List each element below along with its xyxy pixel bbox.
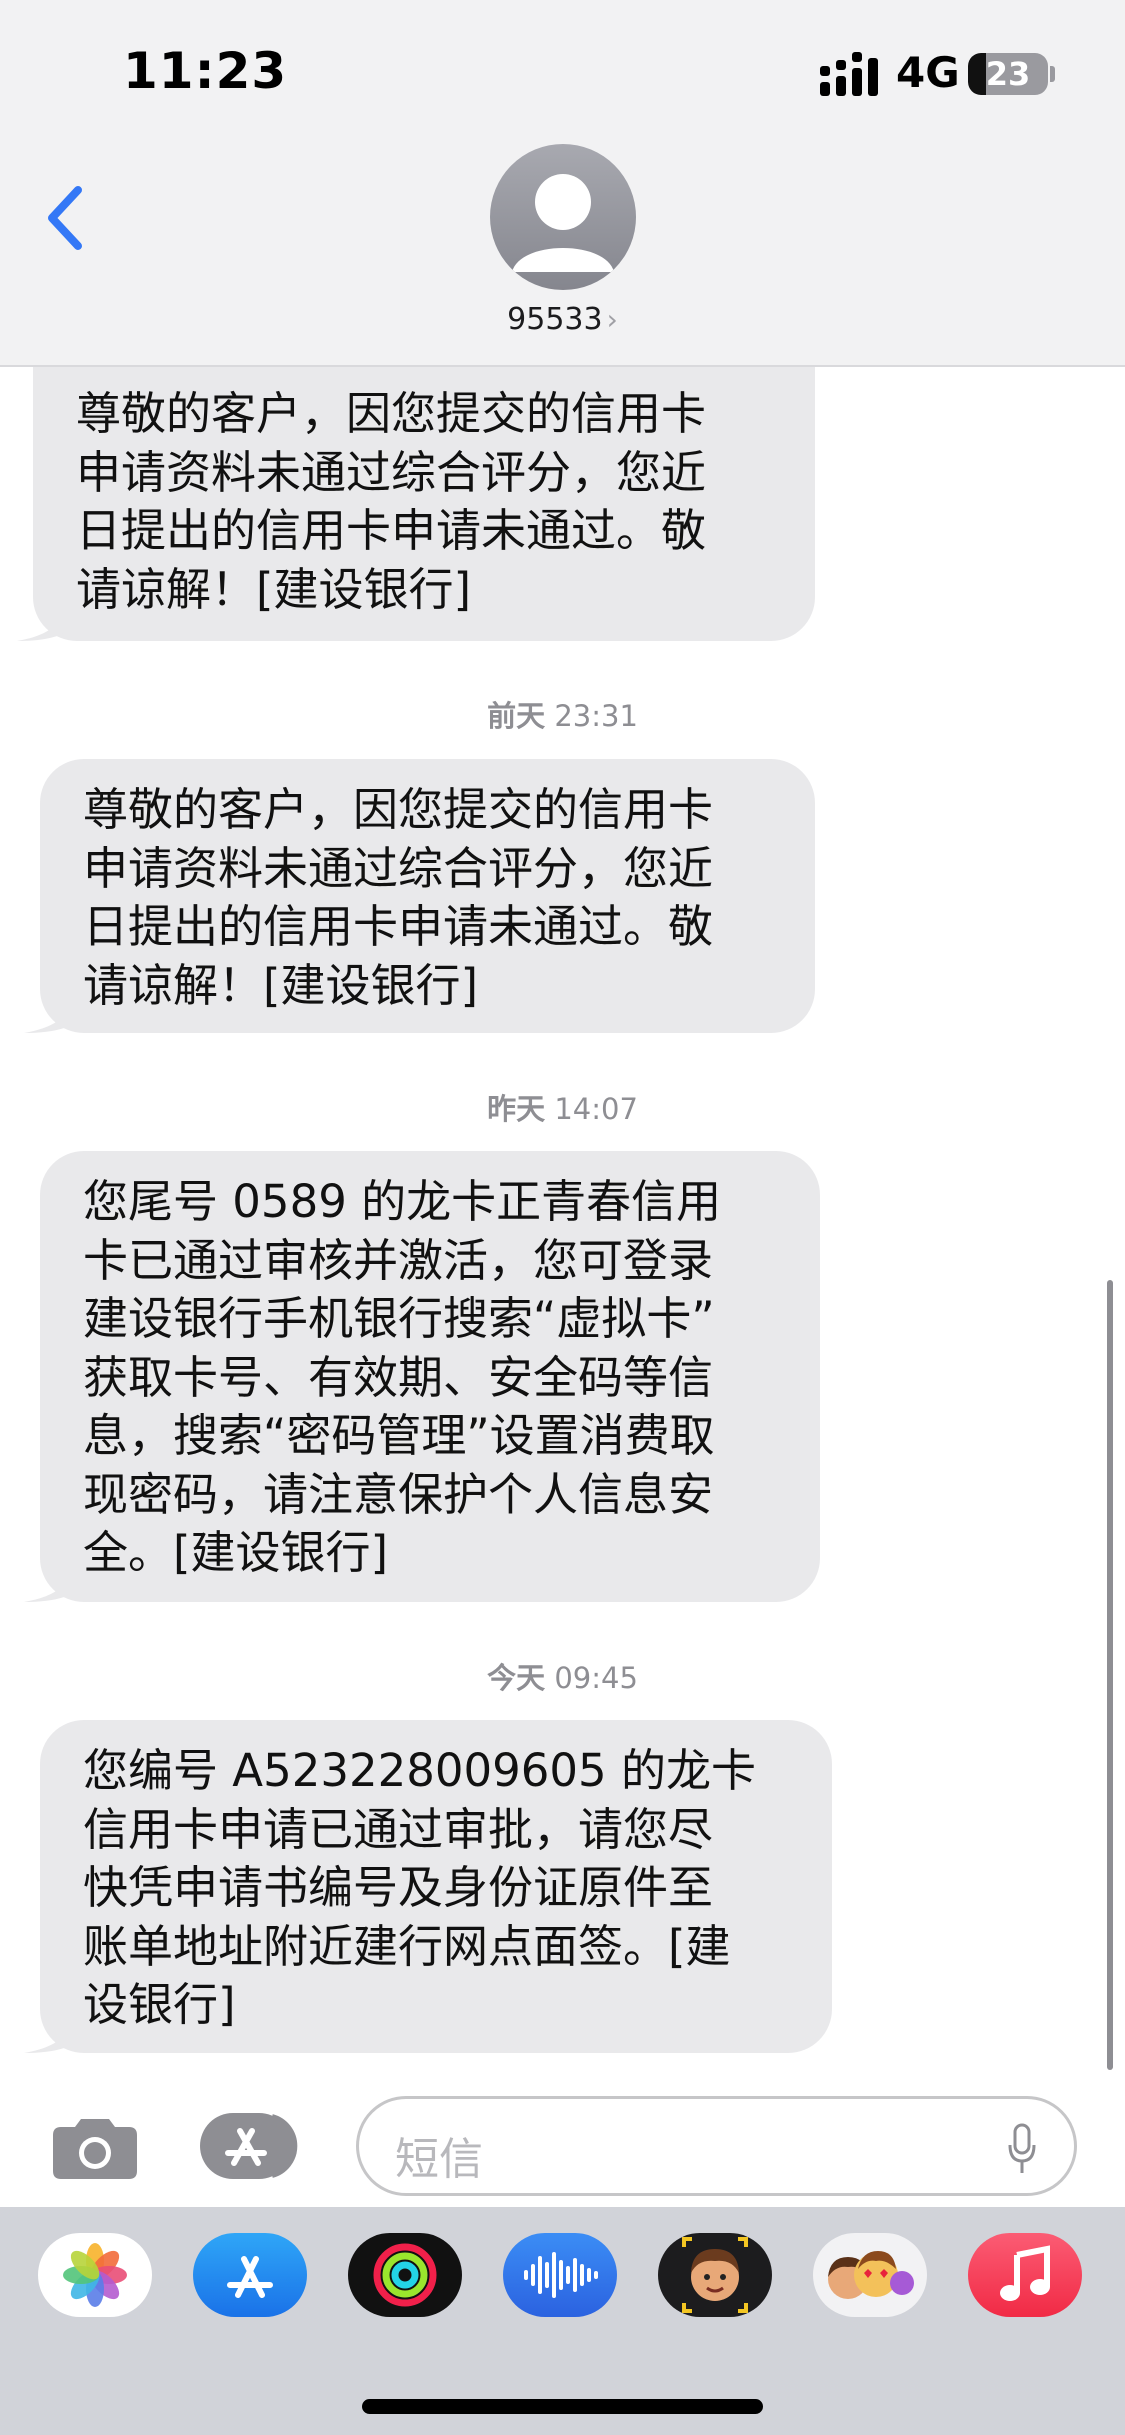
timestamp-time: 23:31 (554, 699, 638, 733)
photos-flower-glyph (63, 2243, 127, 2307)
message-text: 您编号 A523228009605 的龙卡 信用卡申请已通过审批，请您尽 快凭申… (83, 1744, 756, 2031)
memoji-app-icon[interactable] (658, 2233, 772, 2317)
bubble-tail (17, 601, 67, 641)
contact-avatar[interactable] (490, 144, 636, 290)
battery-icon: 23 (968, 53, 1048, 95)
network-type-label: 4G (896, 48, 960, 97)
message-text: 尊敬的客户，因您提交的信用卡 申请资料未通过综合评分，您近 日提出的信用卡申请未… (83, 783, 714, 1012)
scroll-indicator[interactable] (1107, 1280, 1113, 2070)
message-bubble[interactable]: 您编号 A523228009605 的龙卡 信用卡申请已通过审批，请您尽 快凭申… (24, 1720, 832, 2053)
message-input[interactable]: 短信 (356, 2096, 1077, 2196)
app-store-icon[interactable] (200, 2111, 308, 2181)
music-note-glyph (1000, 2245, 1050, 2301)
person-silhouette-icon (512, 174, 614, 272)
contact-name-button[interactable]: 95533 › (0, 302, 1125, 337)
app-store-glyph (227, 2256, 273, 2298)
app-store-app-icon[interactable] (193, 2233, 307, 2317)
message-bubble[interactable]: 尊敬的客户，因您提交的信用卡 申请资料未通过综合评分，您近 日提出的信用卡申请未… (24, 759, 815, 1033)
timestamp-day: 前天 (487, 699, 546, 733)
chevron-right-icon: › (606, 303, 618, 336)
activity-app-icon[interactable] (348, 2233, 462, 2317)
camera-icon[interactable] (51, 2113, 139, 2181)
timestamp-day: 今天 (487, 1661, 546, 1695)
message-bubble[interactable]: 您尾号 0589 的龙卡正青春信用 卡已通过审核并激活，您可登录 建设银行手机银… (24, 1151, 820, 1602)
waveform-glyph (524, 2252, 598, 2298)
memoji-stickers-app-icon[interactable] (813, 2233, 927, 2317)
chevron-left-icon[interactable] (40, 182, 100, 254)
audio-messages-app-icon[interactable] (503, 2233, 617, 2317)
bubble-tail (24, 1562, 74, 1602)
home-indicator[interactable] (362, 2399, 763, 2414)
cellular-signal-icon (820, 52, 878, 96)
photos-app-icon[interactable] (38, 2233, 152, 2317)
message-text: 您尾号 0589 的龙卡正青春信用 卡已通过审核并激活，您可登录 建设银行手机银… (83, 1175, 722, 1579)
battery-cap (1050, 66, 1055, 82)
timestamp-day: 昨天 (487, 1092, 546, 1126)
stickers-glyph (828, 2251, 914, 2299)
activity-rings-glyph (373, 2243, 437, 2307)
timestamp: 昨天 14:07 (0, 1086, 1125, 1128)
contact-name: 95533 (507, 302, 603, 337)
bubble-tail (24, 2013, 74, 2053)
timestamp: 前天 23:31 (0, 693, 1125, 735)
bubble-tail (24, 993, 74, 1033)
message-input-placeholder: 短信 (395, 2134, 483, 2185)
status-time: 11:23 (123, 42, 288, 100)
timestamp: 今天 09:45 (0, 1655, 1125, 1697)
conversation-header: 11:23 4G 23 95533 › (0, 0, 1125, 367)
memoji-face-glyph (682, 2237, 748, 2313)
microphone-icon[interactable] (1007, 2123, 1037, 2175)
music-app-icon[interactable] (968, 2233, 1082, 2317)
timestamp-time: 14:07 (554, 1092, 638, 1126)
message-text: 尊敬的客户，因您提交的信用卡 申请资料未通过综合评分，您近 日提出的信用卡申请未… (76, 387, 707, 616)
battery-level: 23 (985, 55, 1031, 93)
message-bubble[interactable]: 尊敬的客户，因您提交的信用卡 申请资料未通过综合评分，您近 日提出的信用卡申请未… (17, 367, 815, 641)
timestamp-time: 09:45 (554, 1661, 638, 1695)
